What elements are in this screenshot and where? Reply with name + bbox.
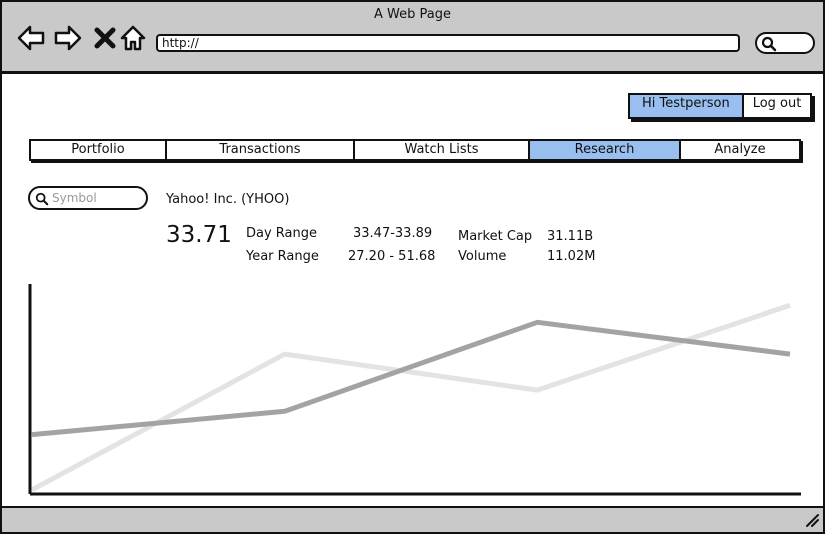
window-title: A Web Page: [374, 7, 451, 22]
tab-transactions[interactable]: Transactions: [167, 141, 355, 159]
home-icon[interactable]: [119, 24, 147, 52]
logout-button[interactable]: Log out: [743, 95, 811, 117]
chart-series-line-1: [31, 319, 791, 438]
tab-watch-lists[interactable]: Watch Lists: [355, 141, 530, 159]
tab-research[interactable]: Research: [530, 141, 681, 159]
volume-label: Volume: [458, 249, 507, 264]
symbol-search-input[interactable]: Symbol: [28, 186, 148, 210]
browser-search-box[interactable]: [755, 32, 815, 54]
status-bar: [2, 506, 823, 532]
tab-portfolio[interactable]: Portfolio: [31, 141, 167, 159]
year-range-label: Year Range: [246, 249, 319, 264]
main-tabs: Portfolio Transactions Watch Lists Resea…: [29, 139, 801, 161]
url-bar[interactable]: http://: [156, 34, 740, 52]
forward-arrow-icon[interactable]: [54, 24, 82, 52]
year-range-value: 27.20 - 51.68: [348, 249, 436, 264]
user-greeting: Hi Testperson: [630, 95, 744, 117]
company-name: Yahoo! Inc. (YHOO): [166, 192, 290, 207]
back-arrow-icon[interactable]: [17, 24, 45, 52]
market-cap-label: Market Cap: [458, 229, 533, 244]
day-range-value: 33.47-33.89: [353, 226, 433, 241]
tab-analyze[interactable]: Analyze: [681, 141, 799, 159]
stock-price: 33.71: [166, 222, 232, 248]
resize-grip-icon[interactable]: [805, 513, 819, 527]
chart-series-line-2: [30, 302, 791, 493]
user-controls: Hi Testperson Log out: [628, 93, 813, 119]
market-cap-value: 31.11B: [547, 229, 594, 244]
close-icon[interactable]: [91, 24, 119, 52]
browser-toolbar: A Web Page http://: [2, 2, 823, 74]
volume-value: 11.02M: [547, 249, 596, 264]
search-icon: [35, 192, 49, 206]
search-icon: [761, 36, 777, 52]
symbol-placeholder: Symbol: [52, 191, 97, 205]
browser-window: A Web Page http:// Hi Testperson Log out…: [0, 0, 825, 534]
price-chart: [28, 284, 801, 496]
day-range-label: Day Range: [246, 226, 318, 241]
